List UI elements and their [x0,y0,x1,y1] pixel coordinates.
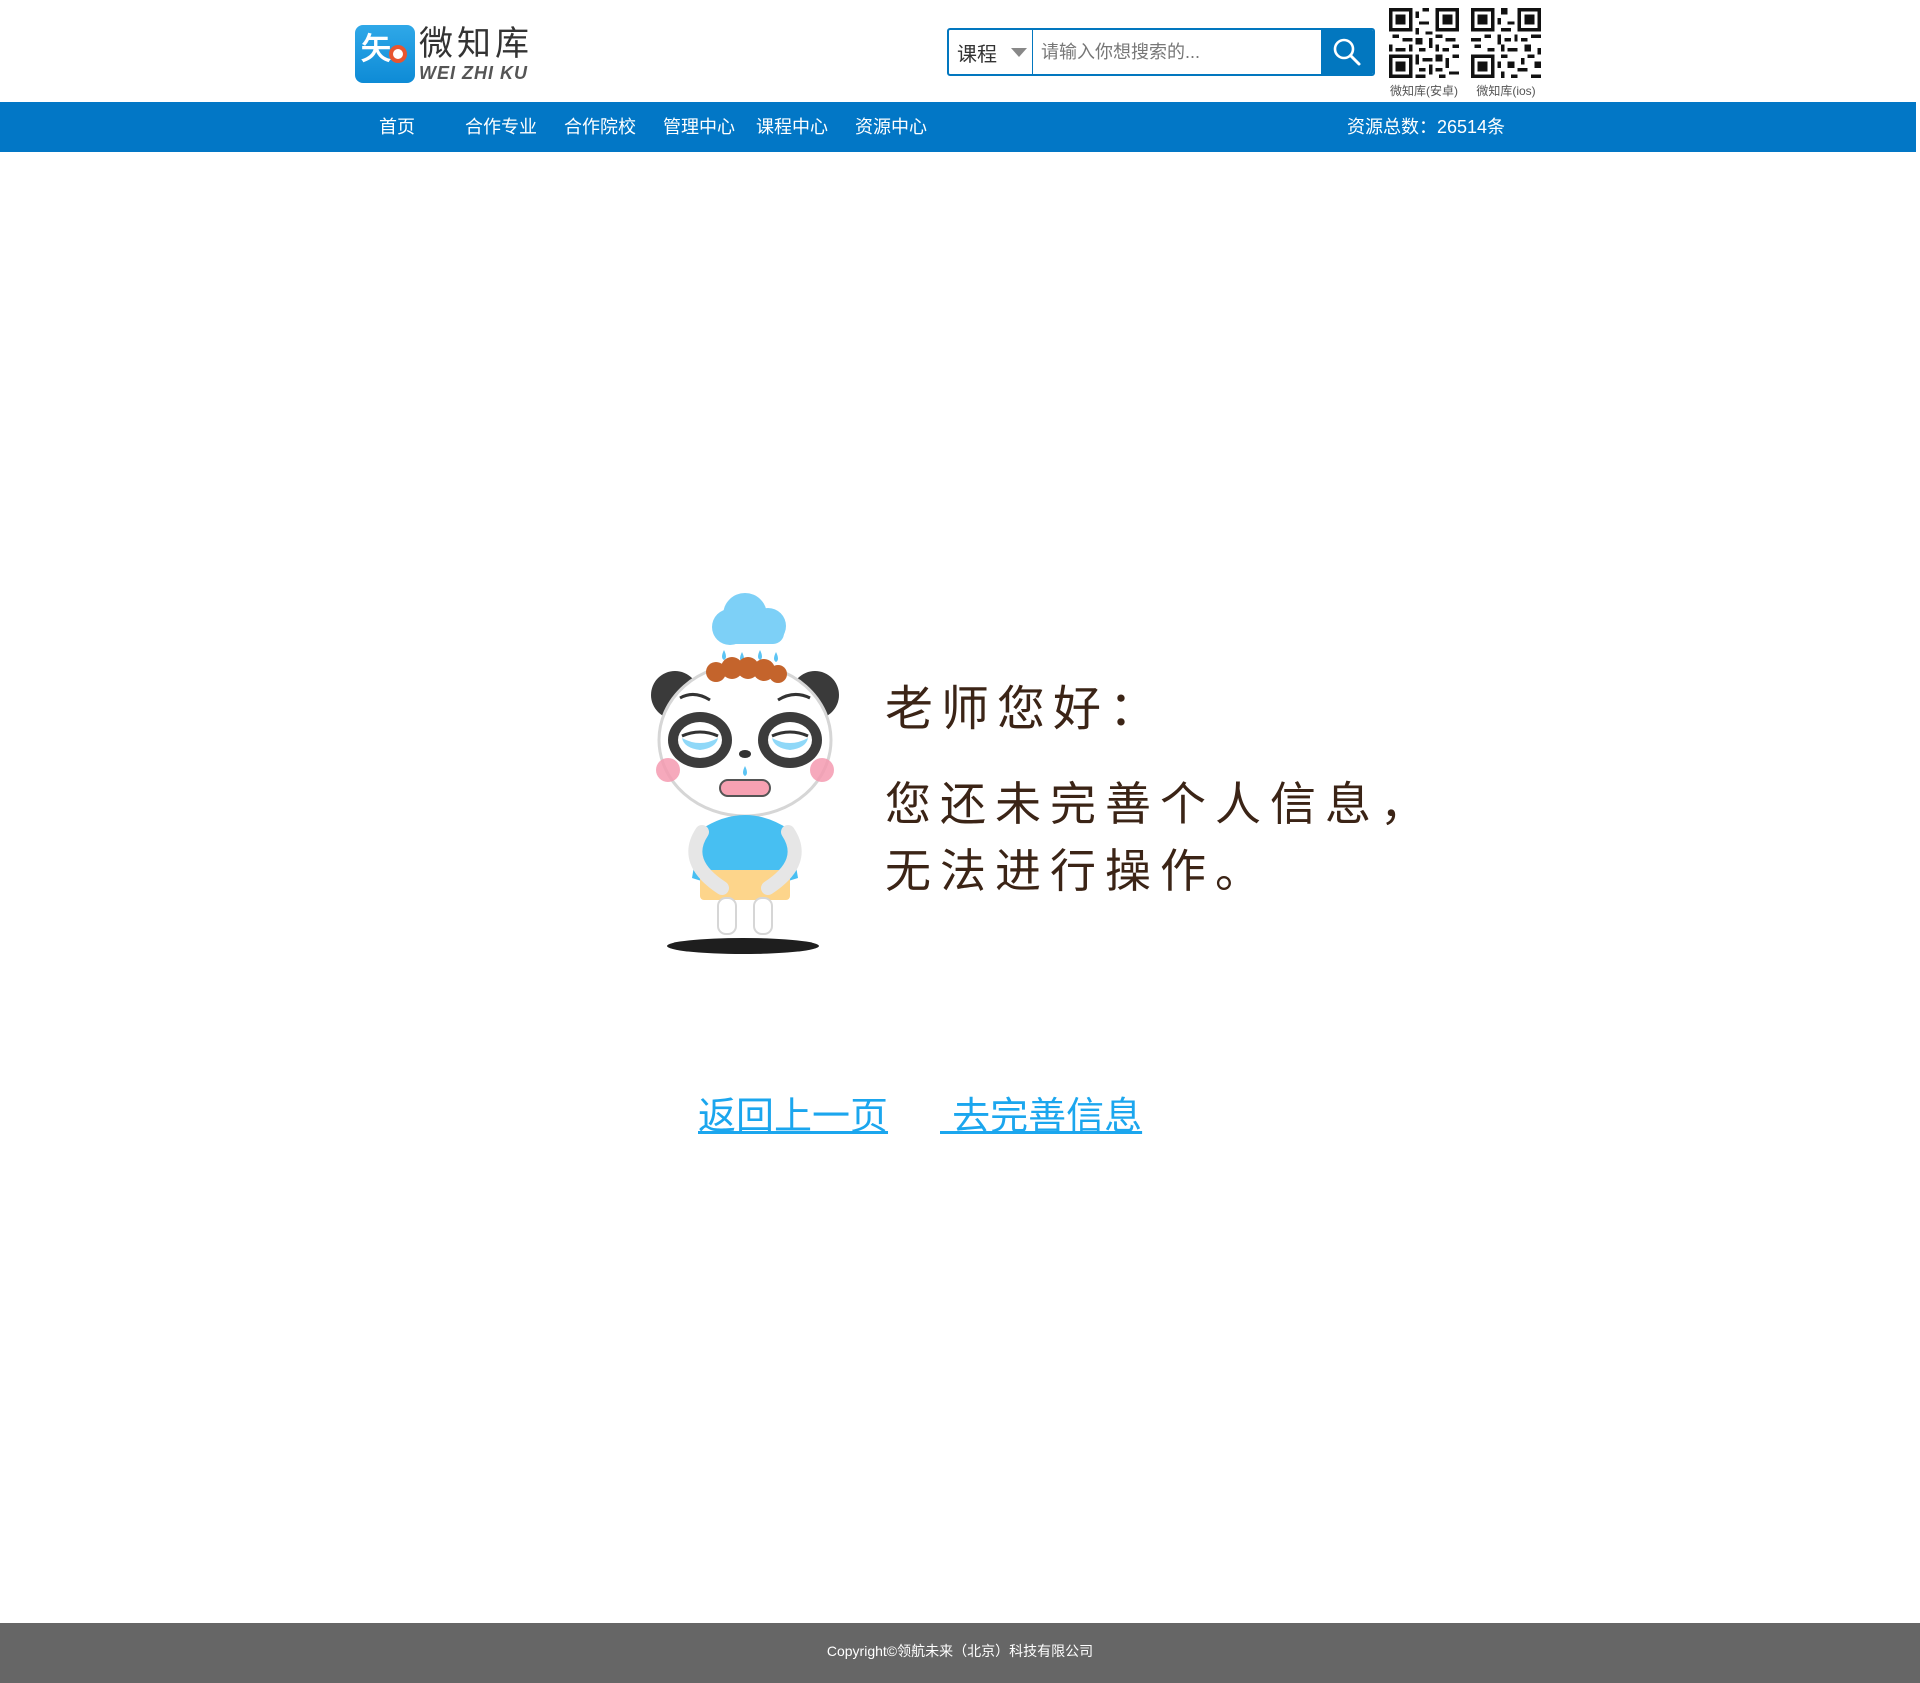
logo-dot-icon [389,45,407,63]
site-logo[interactable]: 矢 微知库 WEI ZHI KU [355,24,535,84]
nav-item-home[interactable]: 首页 [379,102,415,152]
search-category-select[interactable]: 课程 [949,30,1033,74]
search-category-label: 课程 [957,43,997,66]
resource-count: 资源总数：26514条 [1347,117,1506,137]
search-bar: 课程 [947,28,1375,76]
message-line-1: 您还未完善个人信息， [885,777,1435,831]
site-header: 矢 微知库 WEI ZHI KU 课程 请输入你想搜索的... 微知库(安卓) … [0,0,1920,102]
search-input[interactable] [1033,30,1321,74]
site-footer: Copyright©领航未来（北京）科技有限公司 [0,1623,1920,1683]
nav-item-majors[interactable]: 合作专业 [465,102,537,152]
message-line-2: 无法进行操作。 [885,843,1270,898]
qr-ios: 微知库(ios) [1468,8,1544,99]
logo-name-cn: 微知库 [419,23,533,64]
nav-item-courses[interactable]: 课程中心 [756,102,828,152]
qr-code-icon [1389,8,1459,78]
search-icon [1333,38,1361,66]
qr-code-icon [1471,8,1541,78]
chevron-down-icon [1011,47,1027,57]
main-nav: 首页 合作专业 合作院校 管理中心 课程中心 资源中心 资源总数：26514条 [0,102,1916,152]
qr-android: 微知库(安卓) [1386,8,1462,99]
back-link[interactable]: 返回上一页 [698,1085,888,1140]
logo-glyph: 矢 [361,32,391,67]
action-links: 返回上一页 去完善信息 [0,1085,1920,1138]
logo-name-en: WEI ZHI KU [419,62,528,83]
complete-profile-link[interactable]: 去完善信息 [940,1085,1142,1140]
message-greeting: 老师您好： [885,681,1166,737]
qr-label: 微知库(ios) [1476,84,1536,98]
nav-item-resources[interactable]: 资源中心 [855,102,927,152]
qr-label: 微知库(安卓) [1390,84,1458,98]
nav-item-management[interactable]: 管理中心 [663,102,735,152]
search-button[interactable] [1321,30,1373,74]
incomplete-profile-message: 老师您好： 您还未完善个人信息， 无法进行操作。 [885,685,1435,904]
logo-badge-icon: 矢 [355,25,415,83]
rain-cloud-icon [712,593,786,645]
logo-text: 微知库 WEI ZHI KU [419,27,533,82]
copyright-text: Copyright©领航未来（北京）科技有限公司 [826,1643,1094,1659]
nav-item-schools[interactable]: 合作院校 [564,102,636,152]
